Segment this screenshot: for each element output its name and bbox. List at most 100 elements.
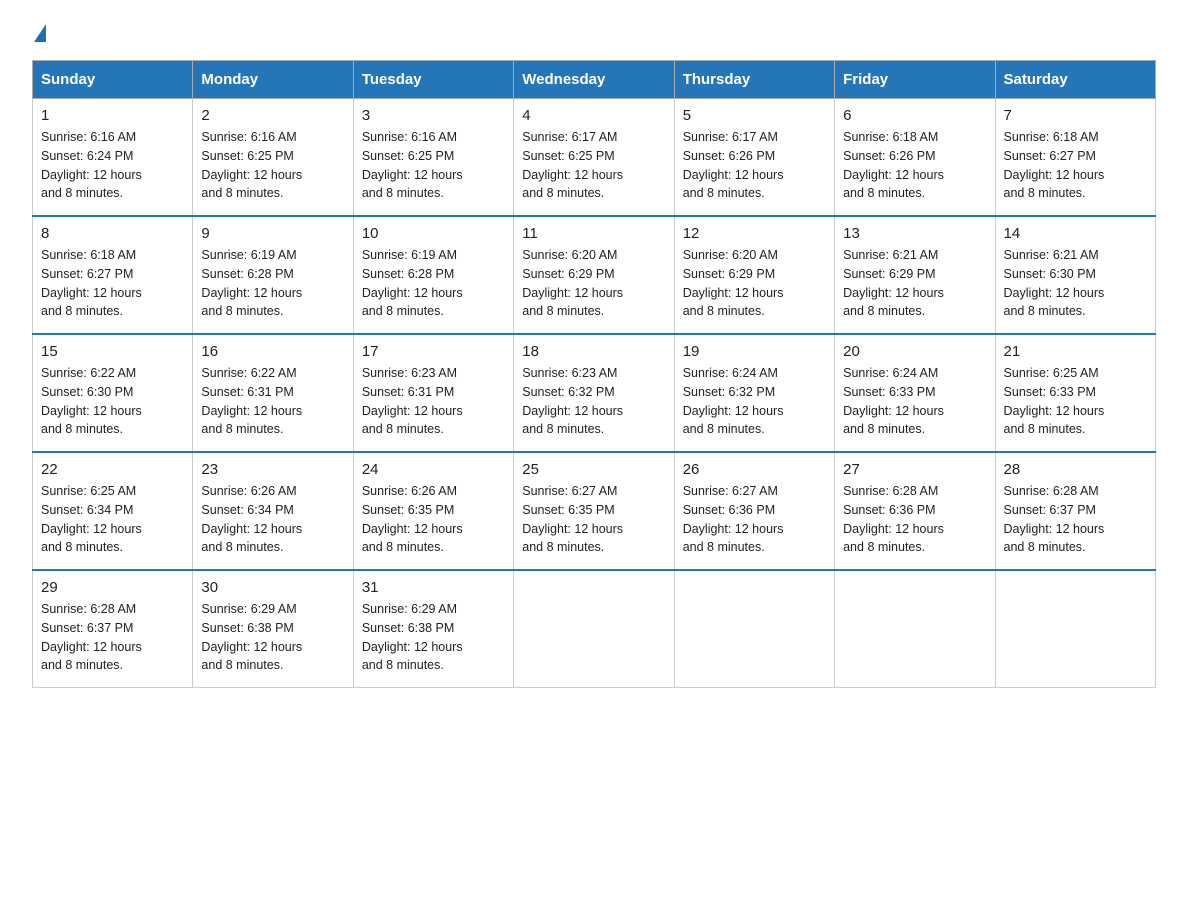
column-header-thursday: Thursday <box>674 61 834 99</box>
calendar-cell: 14 Sunrise: 6:21 AMSunset: 6:30 PMDayligh… <box>995 216 1155 334</box>
calendar-cell: 29 Sunrise: 6:28 AMSunset: 6:37 PMDayligh… <box>33 570 193 688</box>
calendar-cell: 22 Sunrise: 6:25 AMSunset: 6:34 PMDayligh… <box>33 452 193 570</box>
day-number: 14 <box>1004 225 1147 242</box>
day-info: Sunrise: 6:19 AMSunset: 6:28 PMDaylight:… <box>362 246 505 321</box>
calendar-cell <box>995 570 1155 688</box>
day-number: 3 <box>362 107 505 124</box>
day-info: Sunrise: 6:28 AMSunset: 6:37 PMDaylight:… <box>41 600 184 675</box>
calendar-cell: 9Sunrise: 6:19 AMSunset: 6:28 PMDaylight… <box>193 216 353 334</box>
day-info: Sunrise: 6:28 AMSunset: 6:36 PMDaylight:… <box>843 482 986 557</box>
calendar-cell: 17Sunrise: 6:23 AMSunset: 6:31 PMDayligh… <box>353 334 513 452</box>
day-info: Sunrise: 6:16 AMSunset: 6:25 PMDaylight:… <box>362 128 505 203</box>
calendar-cell: 5 Sunrise: 6:17 AMSunset: 6:26 PMDaylight… <box>674 99 834 217</box>
day-number: 24 <box>362 461 505 478</box>
calendar-week-row: 22 Sunrise: 6:25 AMSunset: 6:34 PMDayligh… <box>33 452 1156 570</box>
calendar-cell: 4 Sunrise: 6:17 AMSunset: 6:25 PMDaylight… <box>514 99 674 217</box>
day-info: Sunrise: 6:29 AMSunset: 6:38 PMDaylight:… <box>201 600 344 675</box>
calendar-cell: 3 Sunrise: 6:16 AMSunset: 6:25 PMDaylight… <box>353 99 513 217</box>
day-number: 11 <box>522 225 665 242</box>
day-info: Sunrise: 6:21 AMSunset: 6:29 PMDaylight:… <box>843 246 986 321</box>
logo-triangle-icon <box>34 24 46 42</box>
day-info: Sunrise: 6:21 AMSunset: 6:30 PMDaylight:… <box>1004 246 1147 321</box>
calendar-cell <box>514 570 674 688</box>
day-number: 16 <box>201 343 344 360</box>
calendar-cell: 19 Sunrise: 6:24 AMSunset: 6:32 PMDayligh… <box>674 334 834 452</box>
day-info: Sunrise: 6:20 AMSunset: 6:29 PMDaylight:… <box>683 246 826 321</box>
day-info: Sunrise: 6:25 AMSunset: 6:34 PMDaylight:… <box>41 482 184 557</box>
day-info: Sunrise: 6:27 AMSunset: 6:36 PMDaylight:… <box>683 482 826 557</box>
day-number: 2 <box>201 107 344 124</box>
calendar-cell: 7Sunrise: 6:18 AMSunset: 6:27 PMDaylight… <box>995 99 1155 217</box>
day-number: 22 <box>41 461 184 478</box>
calendar-cell <box>674 570 834 688</box>
calendar-cell: 27Sunrise: 6:28 AMSunset: 6:36 PMDayligh… <box>835 452 995 570</box>
calendar-cell: 23 Sunrise: 6:26 AMSunset: 6:34 PMDayligh… <box>193 452 353 570</box>
calendar-cell <box>835 570 995 688</box>
calendar-cell: 1 Sunrise: 6:16 AMSunset: 6:24 PMDaylight… <box>33 99 193 217</box>
day-number: 5 <box>683 107 826 124</box>
calendar-cell: 2Sunrise: 6:16 AMSunset: 6:25 PMDaylight… <box>193 99 353 217</box>
calendar-cell: 16 Sunrise: 6:22 AMSunset: 6:31 PMDayligh… <box>193 334 353 452</box>
day-info: Sunrise: 6:26 AMSunset: 6:35 PMDaylight:… <box>362 482 505 557</box>
day-number: 13 <box>843 225 986 242</box>
day-number: 18 <box>522 343 665 360</box>
day-number: 7 <box>1004 107 1147 124</box>
calendar-cell: 12 Sunrise: 6:20 AMSunset: 6:29 PMDayligh… <box>674 216 834 334</box>
column-header-sunday: Sunday <box>33 61 193 99</box>
day-info: Sunrise: 6:16 AMSunset: 6:24 PMDaylight:… <box>41 128 184 203</box>
day-info: Sunrise: 6:24 AMSunset: 6:33 PMDaylight:… <box>843 364 986 439</box>
calendar-table: SundayMondayTuesdayWednesdayThursdayFrid… <box>32 60 1156 688</box>
calendar-cell: 8 Sunrise: 6:18 AMSunset: 6:27 PMDaylight… <box>33 216 193 334</box>
calendar-week-row: 15 Sunrise: 6:22 AMSunset: 6:30 PMDayligh… <box>33 334 1156 452</box>
calendar-week-row: 8 Sunrise: 6:18 AMSunset: 6:27 PMDaylight… <box>33 216 1156 334</box>
day-number: 21 <box>1004 343 1147 360</box>
day-info: Sunrise: 6:23 AMSunset: 6:32 PMDaylight:… <box>522 364 665 439</box>
day-number: 15 <box>41 343 184 360</box>
day-info: Sunrise: 6:18 AMSunset: 6:27 PMDaylight:… <box>41 246 184 321</box>
calendar-cell: 25Sunrise: 6:27 AMSunset: 6:35 PMDayligh… <box>514 452 674 570</box>
calendar-cell: 30 Sunrise: 6:29 AMSunset: 6:38 PMDayligh… <box>193 570 353 688</box>
day-info: Sunrise: 6:18 AMSunset: 6:26 PMDaylight:… <box>843 128 986 203</box>
day-info: Sunrise: 6:17 AMSunset: 6:26 PMDaylight:… <box>683 128 826 203</box>
calendar-cell: 21 Sunrise: 6:25 AMSunset: 6:33 PMDayligh… <box>995 334 1155 452</box>
day-info: Sunrise: 6:22 AMSunset: 6:30 PMDaylight:… <box>41 364 184 439</box>
day-number: 30 <box>201 579 344 596</box>
day-number: 23 <box>201 461 344 478</box>
day-number: 10 <box>362 225 505 242</box>
calendar-week-row: 1 Sunrise: 6:16 AMSunset: 6:24 PMDaylight… <box>33 99 1156 217</box>
calendar-header-row: SundayMondayTuesdayWednesdayThursdayFrid… <box>33 61 1156 99</box>
day-number: 26 <box>683 461 826 478</box>
day-number: 29 <box>41 579 184 596</box>
day-info: Sunrise: 6:22 AMSunset: 6:31 PMDaylight:… <box>201 364 344 439</box>
day-number: 12 <box>683 225 826 242</box>
calendar-cell: 10 Sunrise: 6:19 AMSunset: 6:28 PMDayligh… <box>353 216 513 334</box>
day-info: Sunrise: 6:24 AMSunset: 6:32 PMDaylight:… <box>683 364 826 439</box>
day-number: 17 <box>362 343 505 360</box>
day-info: Sunrise: 6:29 AMSunset: 6:38 PMDaylight:… <box>362 600 505 675</box>
day-number: 1 <box>41 107 184 124</box>
calendar-cell: 18 Sunrise: 6:23 AMSunset: 6:32 PMDayligh… <box>514 334 674 452</box>
calendar-cell: 13 Sunrise: 6:21 AMSunset: 6:29 PMDayligh… <box>835 216 995 334</box>
day-number: 20 <box>843 343 986 360</box>
calendar-cell: 31 Sunrise: 6:29 AMSunset: 6:38 PMDayligh… <box>353 570 513 688</box>
day-number: 28 <box>1004 461 1147 478</box>
day-info: Sunrise: 6:28 AMSunset: 6:37 PMDaylight:… <box>1004 482 1147 557</box>
calendar-week-row: 29 Sunrise: 6:28 AMSunset: 6:37 PMDayligh… <box>33 570 1156 688</box>
day-number: 8 <box>41 225 184 242</box>
day-number: 31 <box>362 579 505 596</box>
column-header-tuesday: Tuesday <box>353 61 513 99</box>
day-info: Sunrise: 6:27 AMSunset: 6:35 PMDaylight:… <box>522 482 665 557</box>
day-number: 4 <box>522 107 665 124</box>
day-info: Sunrise: 6:26 AMSunset: 6:34 PMDaylight:… <box>201 482 344 557</box>
day-number: 19 <box>683 343 826 360</box>
day-number: 9 <box>201 225 344 242</box>
page-header <box>32 24 1156 40</box>
calendar-cell: 6Sunrise: 6:18 AMSunset: 6:26 PMDaylight… <box>835 99 995 217</box>
calendar-cell: 24 Sunrise: 6:26 AMSunset: 6:35 PMDayligh… <box>353 452 513 570</box>
column-header-saturday: Saturday <box>995 61 1155 99</box>
column-header-wednesday: Wednesday <box>514 61 674 99</box>
day-info: Sunrise: 6:17 AMSunset: 6:25 PMDaylight:… <box>522 128 665 203</box>
day-info: Sunrise: 6:25 AMSunset: 6:33 PMDaylight:… <box>1004 364 1147 439</box>
column-header-friday: Friday <box>835 61 995 99</box>
calendar-cell: 26 Sunrise: 6:27 AMSunset: 6:36 PMDayligh… <box>674 452 834 570</box>
